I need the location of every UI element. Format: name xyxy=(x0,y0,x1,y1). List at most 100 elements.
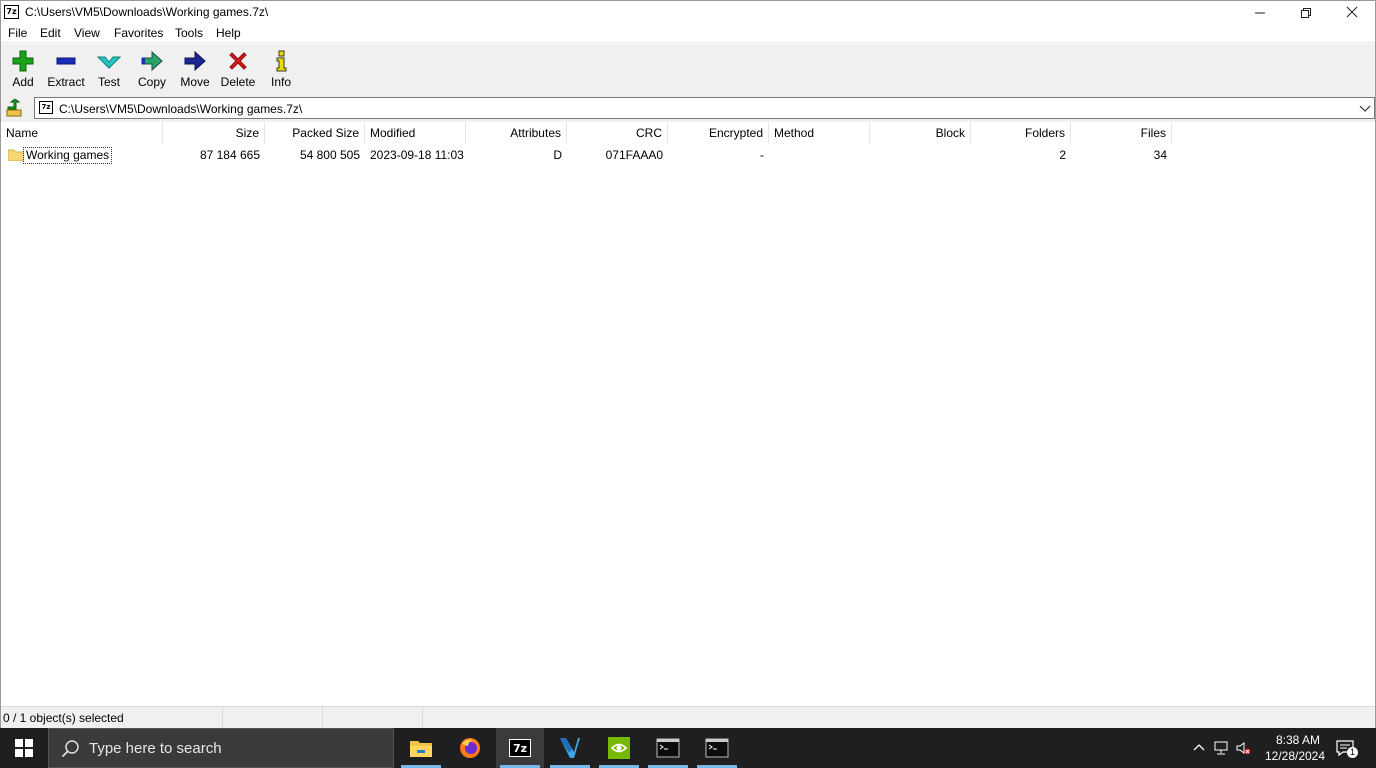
copy-label: Copy xyxy=(137,75,166,89)
clock-date[interactable]: 12/28/2024 xyxy=(1260,749,1330,763)
delete-x-icon xyxy=(229,52,247,70)
column-header-size[interactable]: Size xyxy=(163,122,265,144)
extract-button[interactable]: Extract xyxy=(44,44,88,95)
seven-zip-app-icon: 7z xyxy=(4,5,19,19)
up-folder-icon[interactable] xyxy=(6,99,24,117)
add-button[interactable]: Add xyxy=(1,44,45,95)
chevron-down-icon[interactable] xyxy=(1358,101,1372,115)
move-arrow-icon xyxy=(184,50,206,72)
seven-zip-window: 7z C:\Users\VM5\Downloads\Working games.… xyxy=(0,0,1376,729)
taskbar-visual-studio[interactable] xyxy=(546,728,594,768)
system-tray: 8:38 AM 12/28/2024 1 xyxy=(1185,728,1376,768)
taskbar: Type here to search 7z 8:38 AM 12/28/202… xyxy=(0,728,1376,768)
address-bar[interactable]: 7z C:\Users\VM5\Downloads\Working games.… xyxy=(34,97,1375,119)
title-bar[interactable]: 7z C:\Users\VM5\Downloads\Working games.… xyxy=(1,1,1375,23)
menu-tools[interactable]: Tools xyxy=(175,26,203,40)
column-header-packed-size[interactable]: Packed Size xyxy=(265,122,365,144)
folder-icon xyxy=(8,149,24,161)
list-header: Name Size Packed Size Modified Attribute… xyxy=(1,122,1375,144)
item-crc: 071FAAA0 xyxy=(605,148,663,162)
taskbar-nvidia[interactable] xyxy=(595,728,643,768)
column-header-crc[interactable]: CRC xyxy=(567,122,668,144)
taskbar-search[interactable]: Type here to search xyxy=(48,728,394,768)
terminal-icon xyxy=(705,738,729,758)
toolbar: Add Extract Test Copy Move Delete Info xyxy=(1,44,1375,95)
column-header-method[interactable]: Method xyxy=(769,122,870,144)
svg-text:7z: 7z xyxy=(513,742,527,755)
minus-icon xyxy=(56,57,76,65)
chevron-up-icon[interactable] xyxy=(1191,740,1207,756)
clock-time[interactable]: 8:38 AM xyxy=(1268,733,1328,747)
menu-edit[interactable]: Edit xyxy=(40,26,61,40)
delete-button[interactable]: Delete xyxy=(216,44,260,95)
search-icon xyxy=(61,740,79,758)
taskbar-terminal-1[interactable] xyxy=(644,728,692,768)
column-header-modified[interactable]: Modified xyxy=(365,122,466,144)
menu-help[interactable]: Help xyxy=(216,26,241,40)
minimize-button[interactable] xyxy=(1237,1,1283,23)
item-files: 34 xyxy=(1153,148,1167,162)
menu-file[interactable]: File xyxy=(8,26,27,40)
delete-label: Delete xyxy=(220,75,256,89)
restore-button[interactable] xyxy=(1283,1,1329,23)
column-header-encrypted[interactable]: Encrypted xyxy=(668,122,769,144)
copy-arrow-icon xyxy=(141,50,163,72)
item-size: 87 184 665 xyxy=(199,148,260,162)
address-row: 7z C:\Users\VM5\Downloads\Working games.… xyxy=(1,95,1375,122)
close-button[interactable] xyxy=(1329,1,1375,23)
nvidia-icon xyxy=(608,737,630,759)
firefox-icon xyxy=(460,738,480,758)
plus-icon xyxy=(12,50,34,72)
move-label: Move xyxy=(180,75,210,89)
file-list[interactable]: Name Size Packed Size Modified Attribute… xyxy=(1,122,1375,705)
notification-button[interactable]: 1 xyxy=(1335,738,1358,758)
item-folders: 2 xyxy=(1059,148,1066,162)
taskbar-firefox[interactable] xyxy=(446,728,494,768)
column-header-folders[interactable]: Folders xyxy=(971,122,1071,144)
7zip-icon: 7z xyxy=(509,739,531,757)
add-label: Add xyxy=(12,75,34,89)
item-encrypted: - xyxy=(760,148,764,162)
table-row[interactable]: Working games 87 184 665 54 800 505 2023… xyxy=(1,145,1375,165)
windows-logo-icon xyxy=(15,739,33,757)
item-attributes: D xyxy=(553,148,562,162)
info-button[interactable]: Info xyxy=(259,44,303,95)
terminal-icon xyxy=(656,738,680,758)
check-icon xyxy=(97,56,121,69)
extract-label: Extract xyxy=(47,75,85,89)
test-button[interactable]: Test xyxy=(87,44,131,95)
window-title: C:\Users\VM5\Downloads\Working games.7z\ xyxy=(25,5,269,19)
taskbar-file-explorer[interactable] xyxy=(397,728,445,768)
close-icon xyxy=(1346,6,1358,18)
item-packed-size: 54 800 505 xyxy=(299,148,360,162)
item-modified: 2023-09-18 11:03 xyxy=(370,148,464,162)
menu-bar: File Edit View Favorites Tools Help xyxy=(1,23,1375,43)
column-header-files[interactable]: Files xyxy=(1071,122,1172,144)
status-segment-3 xyxy=(323,707,423,729)
status-bar: 0 / 1 object(s) selected xyxy=(1,706,1375,729)
item-method xyxy=(769,145,870,165)
taskbar-7zip[interactable]: 7z xyxy=(496,728,544,768)
network-icon[interactable] xyxy=(1213,740,1229,756)
visual-studio-icon xyxy=(560,738,580,758)
taskbar-terminal-2[interactable] xyxy=(693,728,741,768)
menu-view[interactable]: View xyxy=(74,26,100,40)
notification-count: 1 xyxy=(1347,747,1358,758)
volume-muted-icon[interactable] xyxy=(1235,740,1251,756)
column-header-name[interactable]: Name xyxy=(1,122,163,144)
minimize-icon xyxy=(1255,12,1265,14)
start-button[interactable] xyxy=(0,728,48,768)
menu-favorites[interactable]: Favorites xyxy=(114,26,163,40)
status-segment-2 xyxy=(223,707,323,729)
restore-icon xyxy=(1301,7,1311,18)
status-selection: 0 / 1 object(s) selected xyxy=(1,707,223,729)
address-path: C:\Users\VM5\Downloads\Working games.7z\ xyxy=(59,102,303,116)
move-button[interactable]: Move xyxy=(173,44,217,95)
column-header-attributes[interactable]: Attributes xyxy=(466,122,567,144)
test-label: Test xyxy=(97,75,120,89)
item-name[interactable]: Working games xyxy=(23,147,113,164)
column-header-block[interactable]: Block xyxy=(870,122,971,144)
item-block xyxy=(870,145,971,165)
search-placeholder: Type here to search xyxy=(89,740,222,757)
copy-button[interactable]: Copy xyxy=(130,44,174,95)
